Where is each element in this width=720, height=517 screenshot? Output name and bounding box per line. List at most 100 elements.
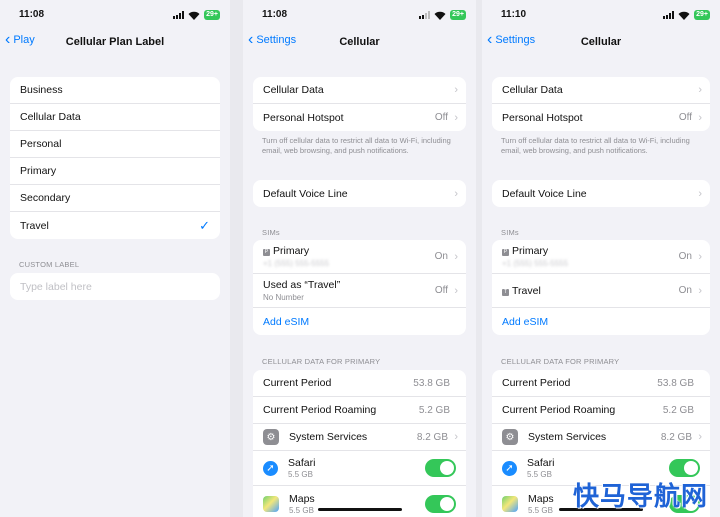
page-title: Cellular [580, 36, 622, 48]
home-indicator[interactable] [317, 508, 402, 511]
cellular-data-row[interactable]: Cellular Data › [253, 77, 466, 104]
sims-group: P Primary +1 (555) 555-5555 On › T Travel O… [492, 240, 710, 335]
sim-status: On [678, 285, 692, 296]
personal-hotspot-row[interactable]: Personal Hotspot Off › [253, 104, 466, 131]
sim-primary-row[interactable]: P Primary +1 (555) 555-5555 On › [492, 240, 710, 274]
sim-primary-row[interactable]: P Primary +1 (555) 555-5555 On › [253, 240, 466, 274]
wifi-icon [678, 11, 690, 20]
option-label: Cellular Data [20, 111, 81, 123]
status-icons: 29+ [173, 10, 220, 20]
maps-row: Maps 5.5 GB [253, 486, 466, 517]
add-esim-button[interactable]: Add eSIM [253, 308, 466, 335]
maps-icon [502, 495, 518, 512]
status-time: 11:10 [501, 9, 527, 20]
row-label: Cellular Data [502, 84, 563, 96]
app-size: 5.5 GB [289, 505, 314, 515]
sim-label: Travel [512, 284, 541, 297]
chevron-right-icon: › [698, 187, 702, 200]
label-option-personal[interactable]: Personal [10, 131, 220, 158]
sim-status: Off [434, 285, 448, 296]
row-value: 53.8 GB [413, 377, 450, 389]
gear-icon: ⚙ [263, 429, 279, 445]
chevron-right-icon: › [454, 84, 458, 96]
personal-hotspot-row[interactable]: Personal Hotspot Off › [492, 104, 710, 131]
status-icons: 29+ [663, 10, 710, 20]
custom-label-input[interactable]: Type label here [10, 273, 220, 300]
usage-header: CELLULAR DATA FOR PRIMARY [262, 357, 381, 366]
safari-row: ➚ Safari 5.5 GB [253, 451, 466, 486]
row-label: System Services [289, 431, 368, 443]
maps-toggle[interactable] [425, 494, 456, 513]
row-label: Personal Hotspot [263, 111, 344, 124]
row-label: Default Voice Line [502, 187, 587, 200]
status-time: 11:08 [19, 9, 45, 20]
chevron-right-icon: › [698, 111, 702, 124]
battery-icon: 29+ [694, 10, 710, 20]
sim-travel-row[interactable]: T Travel On › [492, 274, 710, 308]
sim-label: Used as “Travel” [263, 279, 341, 291]
phone-number-redacted: +1 (555) 555-5555 [502, 259, 569, 268]
chevron-right-icon: › [454, 250, 458, 263]
screen-cellular: 11:08 29+ ‹ Settings Cellular Cellular Da… [243, 0, 476, 517]
watermark-text: 快马导航网 [572, 482, 708, 512]
add-esim-label: Add eSIM [502, 315, 549, 328]
custom-label-header: CUSTOM LABEL [19, 260, 80, 269]
sim-status: On [434, 251, 448, 262]
screen-cellular-plan-label: 11:08 29+ ‹ Play Cellular Plan Label Busi… [0, 0, 230, 517]
battery-icon: 29+ [450, 10, 466, 20]
safari-icon: ➚ [502, 460, 517, 476]
safari-toggle[interactable] [425, 459, 456, 477]
current-period-row: Current Period 53.8 GB [492, 370, 710, 397]
chevron-right-icon: › [698, 84, 702, 96]
row-label: Current Period [263, 377, 332, 389]
add-esim-button[interactable]: Add eSIM [492, 308, 710, 335]
row-value: 5.2 GB [418, 404, 450, 416]
custom-label-group: Type label here [10, 273, 220, 300]
option-label: Primary [20, 165, 57, 177]
label-option-cellular-data[interactable]: Cellular Data [10, 104, 220, 131]
maps-icon [263, 495, 279, 512]
sims-header: SIMs [501, 228, 519, 237]
sim-label: Primary [273, 245, 310, 257]
sim-icon: P [263, 249, 270, 256]
app-size: 5.5 GB [527, 470, 552, 479]
system-services-row[interactable]: ⚙ System Services 8.2 GB › [492, 424, 710, 451]
hotspot-value: Off [678, 112, 692, 123]
row-value: 5.2 GB [662, 404, 694, 416]
system-services-row[interactable]: ⚙ System Services 8.2 GB › [253, 424, 466, 451]
app-name: Safari [527, 457, 555, 469]
chevron-right-icon: › [454, 187, 458, 200]
status-bar: 11:10 29+ [482, 0, 720, 30]
label-option-primary[interactable]: Primary [10, 158, 220, 185]
usage-group: Current Period 53.8 GB Current Period Roa… [253, 370, 466, 517]
nav-bar: ‹ Play Cellular Plan Label [0, 30, 230, 54]
sim-number: No Number [263, 293, 304, 302]
safari-toggle[interactable] [669, 459, 700, 477]
sim-travel-row[interactable]: Used as “Travel” No Number Off › [253, 274, 466, 308]
screen-cellular-updated: 11:10 29+ ‹ Settings Cellular Cellular Da… [482, 0, 720, 517]
wifi-icon [434, 11, 446, 20]
row-label: Cellular Data [263, 84, 324, 96]
gear-icon: ⚙ [502, 429, 518, 445]
hotspot-value: Off [434, 112, 448, 123]
label-option-travel[interactable]: Travel ✓ [10, 212, 220, 239]
sim-icon: T [502, 288, 509, 296]
cellular-footnote: Turn off cellular data to restrict all d… [501, 136, 690, 155]
row-label: Current Period [502, 377, 571, 389]
wifi-icon [188, 11, 200, 20]
nav-bar: ‹ Settings Cellular [243, 30, 476, 54]
battery-icon: 29+ [204, 10, 220, 20]
cellular-data-row[interactable]: Cellular Data › [492, 77, 710, 104]
app-name: Maps [289, 492, 315, 505]
app-name: Maps [528, 492, 554, 505]
row-value: 53.8 GB [657, 377, 694, 389]
default-voice-line-row[interactable]: Default Voice Line › [253, 180, 466, 207]
default-voice-line-row[interactable]: Default Voice Line › [492, 180, 710, 207]
sim-label: Primary [512, 245, 549, 257]
current-period-row: Current Period 53.8 GB [253, 370, 466, 397]
cellular-group: Cellular Data › Personal Hotspot Off › [492, 77, 710, 131]
option-label: Personal [20, 138, 62, 150]
label-option-business[interactable]: Business [10, 77, 220, 104]
row-label: Personal Hotspot [502, 111, 583, 124]
label-option-secondary[interactable]: Secondary [10, 185, 220, 212]
